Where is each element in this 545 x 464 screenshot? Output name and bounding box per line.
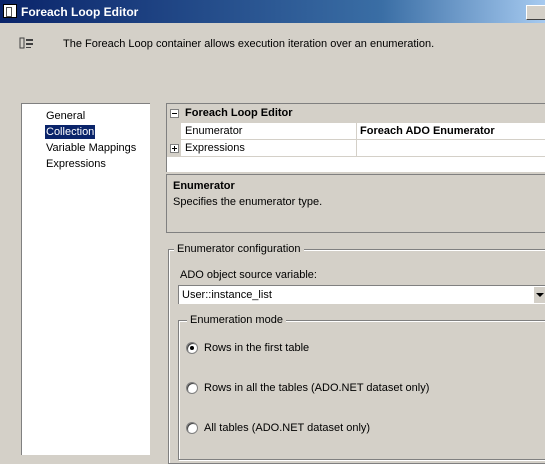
help-title: Enumerator: [173, 180, 235, 192]
property-grid[interactable]: Foreach Loop Editor Enumerator Foreach A…: [166, 103, 545, 172]
radio-rows-all-tables[interactable]: [186, 382, 198, 394]
title-bar[interactable]: Foreach Loop Editor: [0, 0, 545, 23]
enumerator-config-label: Enumerator configuration: [174, 243, 304, 255]
radio-rows-all-tables-label[interactable]: Rows in all the tables (ADO.NET dataset …: [204, 382, 429, 394]
radio-rows-first-table[interactable]: [186, 342, 198, 354]
grid-row-name: Enumerator: [185, 125, 243, 137]
grid-category[interactable]: Foreach Loop Editor: [167, 104, 545, 123]
window-button[interactable]: [526, 5, 545, 20]
ado-variable-label: ADO object source variable:: [180, 269, 317, 281]
grid-row-expressions[interactable]: Expressions: [167, 140, 545, 157]
grid-row-enumerator[interactable]: Enumerator Foreach ADO Enumerator: [167, 123, 545, 140]
nav-list[interactable]: General Collection Variable Mappings Exp…: [21, 103, 150, 455]
grid-category-label: Foreach Loop Editor: [185, 107, 293, 119]
collapse-icon[interactable]: [170, 109, 179, 118]
description-text: The Foreach Loop container allows execut…: [63, 38, 435, 50]
app-icon: [3, 4, 17, 18]
expand-icon[interactable]: [170, 144, 179, 153]
grid-row-value[interactable]: Foreach ADO Enumerator: [360, 125, 495, 137]
help-panel: Enumerator Specifies the enumerator type…: [166, 174, 545, 233]
nav-item-expressions[interactable]: Expressions: [45, 157, 107, 171]
chevron-down-icon[interactable]: [533, 286, 545, 303]
enumeration-mode-label: Enumeration mode: [187, 314, 286, 326]
nav-item-collection[interactable]: Collection: [45, 125, 96, 139]
ado-variable-value: User::instance_list: [182, 289, 272, 301]
radio-rows-first-table-label[interactable]: Rows in the first table: [204, 342, 309, 354]
nav-item-variable-mappings[interactable]: Variable Mappings: [45, 141, 137, 155]
nav-item-general[interactable]: General: [45, 109, 86, 123]
radio-all-tables[interactable]: [186, 422, 198, 434]
ado-variable-combobox[interactable]: User::instance_list: [178, 285, 545, 304]
help-description: Specifies the enumerator type.: [173, 196, 323, 208]
window-title: Foreach Loop Editor: [21, 5, 139, 19]
grid-row-name: Expressions: [185, 142, 245, 154]
radio-all-tables-label[interactable]: All tables (ADO.NET dataset only): [204, 422, 370, 434]
container-icon: [19, 37, 33, 49]
